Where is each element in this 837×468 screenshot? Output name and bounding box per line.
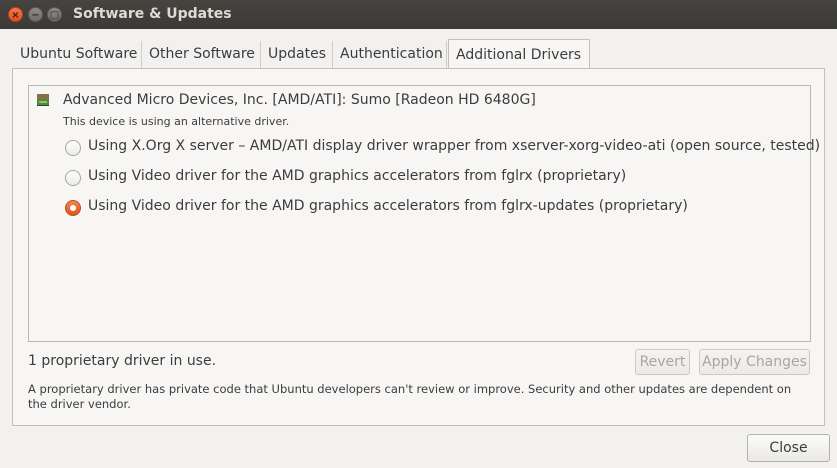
maximize-window-icon[interactable]: □ — [47, 7, 62, 22]
tab-additional-drivers[interactable]: Additional Drivers — [448, 39, 590, 69]
driver-list: Advanced Micro Devices, Inc. [AMD/ATI]: … — [28, 85, 820, 342]
radio-button-selected[interactable] — [65, 200, 81, 216]
revert-button[interactable]: Revert — [635, 349, 690, 375]
tab-updates[interactable]: Updates — [261, 41, 333, 68]
proprietary-driver-note: A proprietary driver has private code th… — [28, 382, 792, 411]
tab-ubuntu-software[interactable]: Ubuntu Software — [13, 41, 142, 68]
title-bar: × − □ Software & Updates — [0, 0, 837, 29]
radio-button[interactable] — [65, 170, 81, 186]
apply-changes-button[interactable]: Apply Changes — [699, 349, 810, 375]
minimize-window-icon[interactable]: − — [28, 7, 43, 22]
device-name: Advanced Micro Devices, Inc. [AMD/ATI]: … — [63, 92, 536, 108]
graphics-card-icon — [37, 94, 49, 106]
drivers-in-use-status: 1 proprietary driver in use. — [28, 353, 217, 369]
additional-drivers-page: Advanced Micro Devices, Inc. [AMD/ATI]: … — [12, 68, 825, 426]
tab-authentication[interactable]: Authentication — [333, 41, 447, 68]
tab-other-software[interactable]: Other Software — [142, 41, 261, 68]
window-title: Software & Updates — [73, 6, 232, 22]
driver-option-label: Using Video driver for the AMD graphics … — [88, 198, 688, 214]
close-button[interactable]: Close — [747, 434, 830, 462]
driver-option-label: Using Video driver for the AMD graphics … — [88, 168, 627, 184]
close-window-icon[interactable]: × — [8, 7, 23, 22]
radio-button[interactable] — [65, 140, 81, 156]
software-updates-window: × − □ Software & Updates Ubuntu Software… — [0, 0, 837, 468]
device-status: This device is using an alternative driv… — [63, 115, 290, 128]
driver-option-label: Using X.Org X server – AMD/ATI display d… — [88, 138, 821, 154]
